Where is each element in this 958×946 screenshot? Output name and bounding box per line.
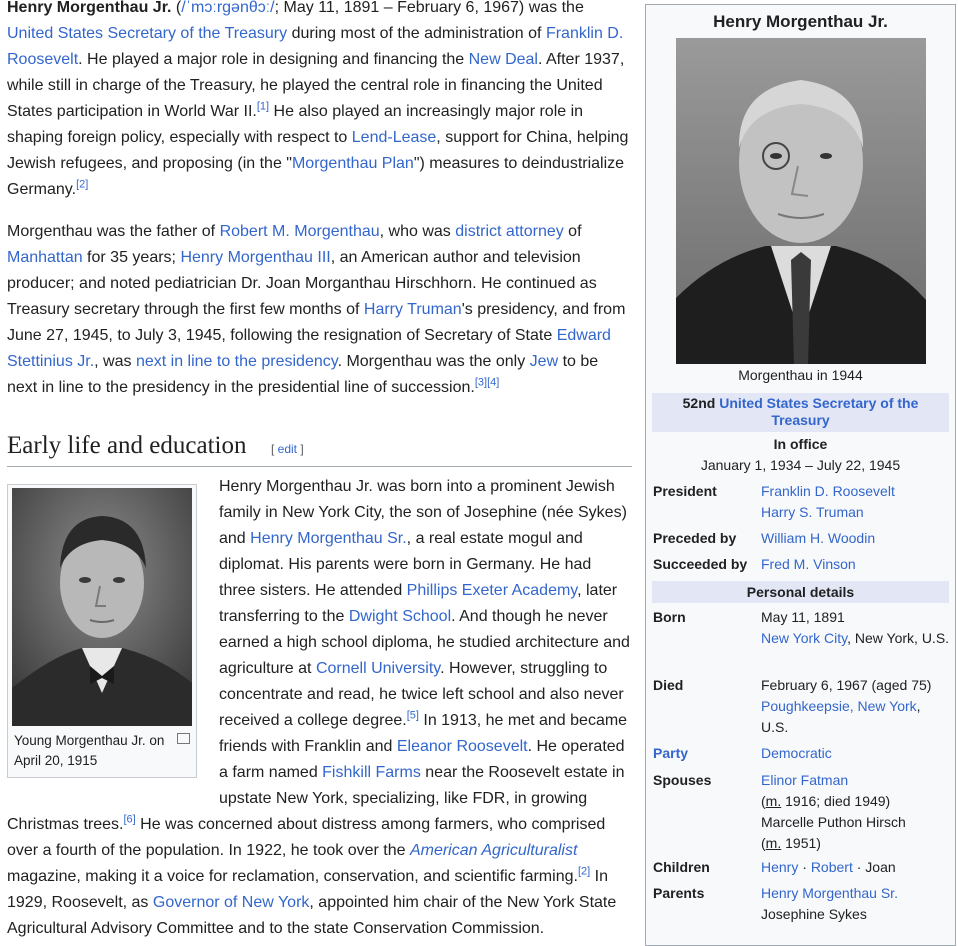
reference-4[interactable]: [4] bbox=[487, 377, 499, 389]
thumbnail-caption: Young Morgenthau Jr. on April 20, 1915 bbox=[14, 733, 165, 768]
section-title: Early life and education bbox=[7, 432, 247, 459]
link-governor-ny[interactable]: Governor of New York bbox=[153, 894, 310, 911]
reference-2[interactable]: [2] bbox=[76, 179, 88, 191]
link-nyc[interactable]: New York City bbox=[761, 630, 847, 646]
link-eleanor-roosevelt[interactable]: Eleanor Roosevelt bbox=[397, 738, 528, 755]
link-fishkill-farms[interactable]: Fishkill Farms bbox=[322, 764, 421, 781]
link-jew[interactable]: Jew bbox=[530, 353, 558, 370]
link-parent-henry-sr[interactable]: Henry Morgenthau Sr. bbox=[761, 885, 898, 901]
reference-2b[interactable]: [2] bbox=[578, 866, 590, 878]
infobox: Henry Morgenthau Jr. Morgenthau in 1944 … bbox=[645, 4, 956, 946]
link-new-deal[interactable]: New Deal bbox=[469, 51, 538, 68]
link-elinor-fatman[interactable]: Elinor Fatman bbox=[761, 772, 848, 788]
infobox-caption: Morgenthau in 1944 bbox=[738, 367, 863, 383]
link-lend-lease[interactable]: Lend-Lease bbox=[352, 129, 437, 146]
lead-paragraph-2: Morgenthau was the father of Robert M. M… bbox=[7, 223, 626, 396]
ipa-pronunciation-link[interactable]: /ˈmɔːrɡənθɔː/ bbox=[181, 0, 274, 16]
link-harry-truman[interactable]: Harry Truman bbox=[364, 301, 462, 318]
in-office-label: In office bbox=[773, 436, 828, 452]
section-edit-link[interactable]: edit bbox=[278, 442, 297, 456]
link-preceded-woodin[interactable]: William H. Woodin bbox=[761, 530, 875, 546]
link-line-of-succession[interactable]: next in line to the presidency bbox=[136, 353, 338, 370]
lead-paragraph-1: Henry Morgenthau Jr. (/ˈmɔːrɡənθɔː/; May… bbox=[7, 0, 629, 198]
infobox-office-header: 52nd United States Secretary of the Trea… bbox=[652, 393, 949, 432]
link-henry-morgenthau-iii[interactable]: Henry Morgenthau III bbox=[180, 249, 330, 266]
portrait-image-1944 bbox=[676, 38, 926, 364]
link-dwight-school[interactable]: Dwight School bbox=[349, 608, 451, 625]
link-democratic[interactable]: Democratic bbox=[761, 745, 832, 761]
enlarge-icon[interactable] bbox=[177, 733, 190, 744]
infobox-title: Henry Morgenthau Jr. bbox=[713, 12, 888, 31]
office-dates: January 1, 1934 – July 22, 1945 bbox=[700, 457, 901, 473]
link-robert-morgenthau[interactable]: Robert M. Morgenthau bbox=[220, 223, 380, 240]
link-child-henry[interactable]: Henry bbox=[761, 859, 798, 875]
link-party-label[interactable]: Party bbox=[653, 743, 758, 764]
portrait-image bbox=[12, 488, 192, 726]
link-henry-morgenthau-sr[interactable]: Henry Morgenthau Sr. bbox=[250, 530, 407, 547]
link-poughkeepsie[interactable]: Poughkeepsie, New York bbox=[761, 698, 917, 714]
personal-details-header: Personal details bbox=[652, 581, 949, 603]
link-president-fdr[interactable]: Franklin D. Roosevelt bbox=[761, 483, 895, 499]
reference-1[interactable]: [1] bbox=[257, 101, 269, 113]
link-american-agriculturalist[interactable]: American Agriculturalist bbox=[410, 842, 577, 859]
link-cornell[interactable]: Cornell University bbox=[316, 660, 440, 677]
infobox-photo[interactable] bbox=[676, 38, 926, 364]
reference-5[interactable]: [5] bbox=[407, 710, 419, 722]
young-morgenthau-photo[interactable] bbox=[12, 488, 192, 726]
link-child-robert[interactable]: Robert bbox=[811, 859, 853, 875]
link-treasury-secretary[interactable]: United States Secretary of the Treasury bbox=[7, 25, 287, 42]
section-edit: [ edit ] bbox=[271, 442, 304, 456]
thumbnail-figure: Young Morgenthau Jr. on April 20, 1915 bbox=[7, 484, 197, 778]
link-office-treasury[interactable]: United States Secretary of the Treasury bbox=[719, 395, 918, 428]
section-heading-early-life: Early life and education [ edit ] bbox=[7, 428, 632, 467]
link-phillips-exeter[interactable]: Phillips Exeter Academy bbox=[407, 582, 577, 599]
link-succeeded-vinson[interactable]: Fred M. Vinson bbox=[761, 556, 856, 572]
subject-name: Henry Morgenthau Jr. bbox=[7, 0, 172, 16]
link-president-truman[interactable]: Harry S. Truman bbox=[761, 504, 864, 520]
link-morgenthau-plan[interactable]: Morgenthau Plan bbox=[292, 155, 414, 172]
reference-6[interactable]: [6] bbox=[123, 814, 135, 826]
reference-3[interactable]: [3] bbox=[475, 377, 487, 389]
link-manhattan[interactable]: Manhattan bbox=[7, 249, 83, 266]
link-district-attorney[interactable]: district attorney bbox=[455, 223, 563, 240]
